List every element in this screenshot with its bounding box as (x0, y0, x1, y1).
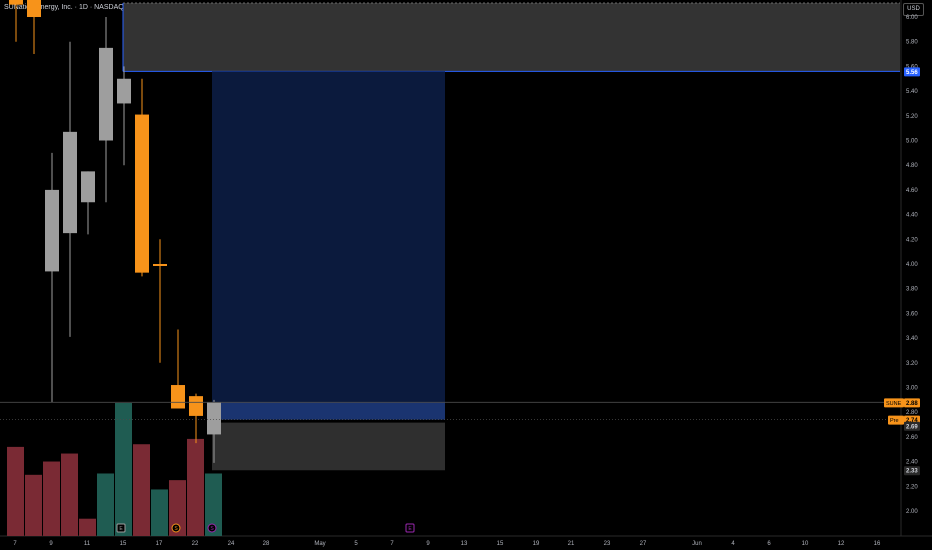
price-tick-label: 2.60 (906, 435, 918, 441)
time-tick-label: 15 (497, 541, 504, 547)
time-tick-label: 6 (767, 541, 771, 547)
candle[interactable] (153, 264, 167, 266)
time-tick-label: 28 (263, 541, 270, 547)
price-tick-label: 4.80 (906, 163, 918, 169)
target-zone-box[interactable] (123, 3, 900, 72)
time-tick-label: 4 (731, 541, 735, 547)
candle[interactable] (99, 47, 113, 141)
entry-zone[interactable] (212, 402, 445, 420)
time-tick-label: 5 (354, 541, 358, 547)
price-tick-label: 4.60 (906, 188, 918, 194)
candle[interactable] (117, 78, 131, 104)
time-tick-label: 11 (84, 541, 91, 547)
price-tick-label: 5.40 (906, 89, 918, 95)
price-tick-label: 5.80 (906, 40, 918, 46)
time-tick-label: 21 (568, 541, 575, 547)
price-tick-label: 2.00 (906, 509, 918, 515)
time-tick-label: 27 (640, 541, 647, 547)
time-tick-label: 9 (49, 541, 53, 547)
time-tick-label: 9 (426, 541, 430, 547)
candle[interactable] (207, 402, 221, 435)
time-tick-label: May (314, 541, 325, 547)
price-tick-label: 4.20 (906, 237, 918, 243)
candle[interactable] (135, 114, 149, 273)
candle[interactable] (9, 0, 23, 5)
time-tick-label: 19 (533, 541, 540, 547)
volume-bar (187, 438, 204, 536)
price-axis-prefix: SUNE (886, 401, 902, 407)
price-axis-prefix: Pre (890, 418, 899, 424)
price-tick-label: 2.20 (906, 484, 918, 490)
candle[interactable] (81, 171, 95, 203)
time-tick-label: 17 (156, 541, 163, 547)
price-tick-label: 3.20 (906, 361, 918, 367)
price-tick-label: 3.60 (906, 311, 918, 317)
price-axis-label: 2.69 (906, 424, 918, 430)
volume-bar (115, 403, 132, 536)
volume-bar (43, 461, 60, 536)
price-tick-label: 6.00 (906, 15, 918, 21)
price-tick-label: 5.20 (906, 114, 918, 120)
price-tick-label: 4.40 (906, 213, 918, 219)
candle[interactable] (171, 385, 185, 409)
volume-bar (133, 444, 150, 536)
volume-bar (97, 473, 114, 536)
candle[interactable] (45, 189, 59, 272)
price-tick-label: 5.00 (906, 139, 918, 145)
candle[interactable] (63, 131, 77, 234)
candle[interactable] (27, 0, 41, 17)
time-tick-label: 23 (604, 541, 611, 547)
time-tick-label: 10 (802, 541, 809, 547)
time-tick-label: Jun (692, 541, 702, 547)
volume-bar (151, 489, 168, 536)
price-tick-label: 3.80 (906, 287, 918, 293)
stop-zone[interactable] (212, 422, 445, 471)
price-tick-label: 3.40 (906, 336, 918, 342)
price-tick-label: 2.40 (906, 460, 918, 466)
price-axis-label: 2.88 (906, 401, 918, 407)
time-tick-label: 7 (13, 541, 17, 547)
candle[interactable] (189, 396, 203, 416)
time-tick-label: 24 (228, 541, 235, 547)
profit-zone[interactable] (212, 71, 445, 403)
time-tick-label: 7 (390, 541, 394, 547)
price-tick-label: 2.80 (906, 410, 918, 416)
price-chart[interactable]: 6.005.805.605.405.205.004.804.604.404.20… (0, 0, 932, 550)
time-tick-label: 15 (120, 541, 127, 547)
time-tick-label: 12 (838, 541, 845, 547)
volume-bar (25, 474, 42, 536)
price-tick-label: 3.00 (906, 386, 918, 392)
price-axis-label: 5.56 (906, 70, 918, 76)
volume-bar (7, 446, 24, 536)
time-tick-label: 16 (874, 541, 881, 547)
time-tick-label: 13 (461, 541, 468, 547)
price-tick-label: 4.00 (906, 262, 918, 268)
time-tick-label: 22 (192, 541, 199, 547)
volume-bar (61, 453, 78, 536)
volume-bar (79, 518, 96, 536)
price-axis-label: 2.33 (906, 469, 918, 475)
